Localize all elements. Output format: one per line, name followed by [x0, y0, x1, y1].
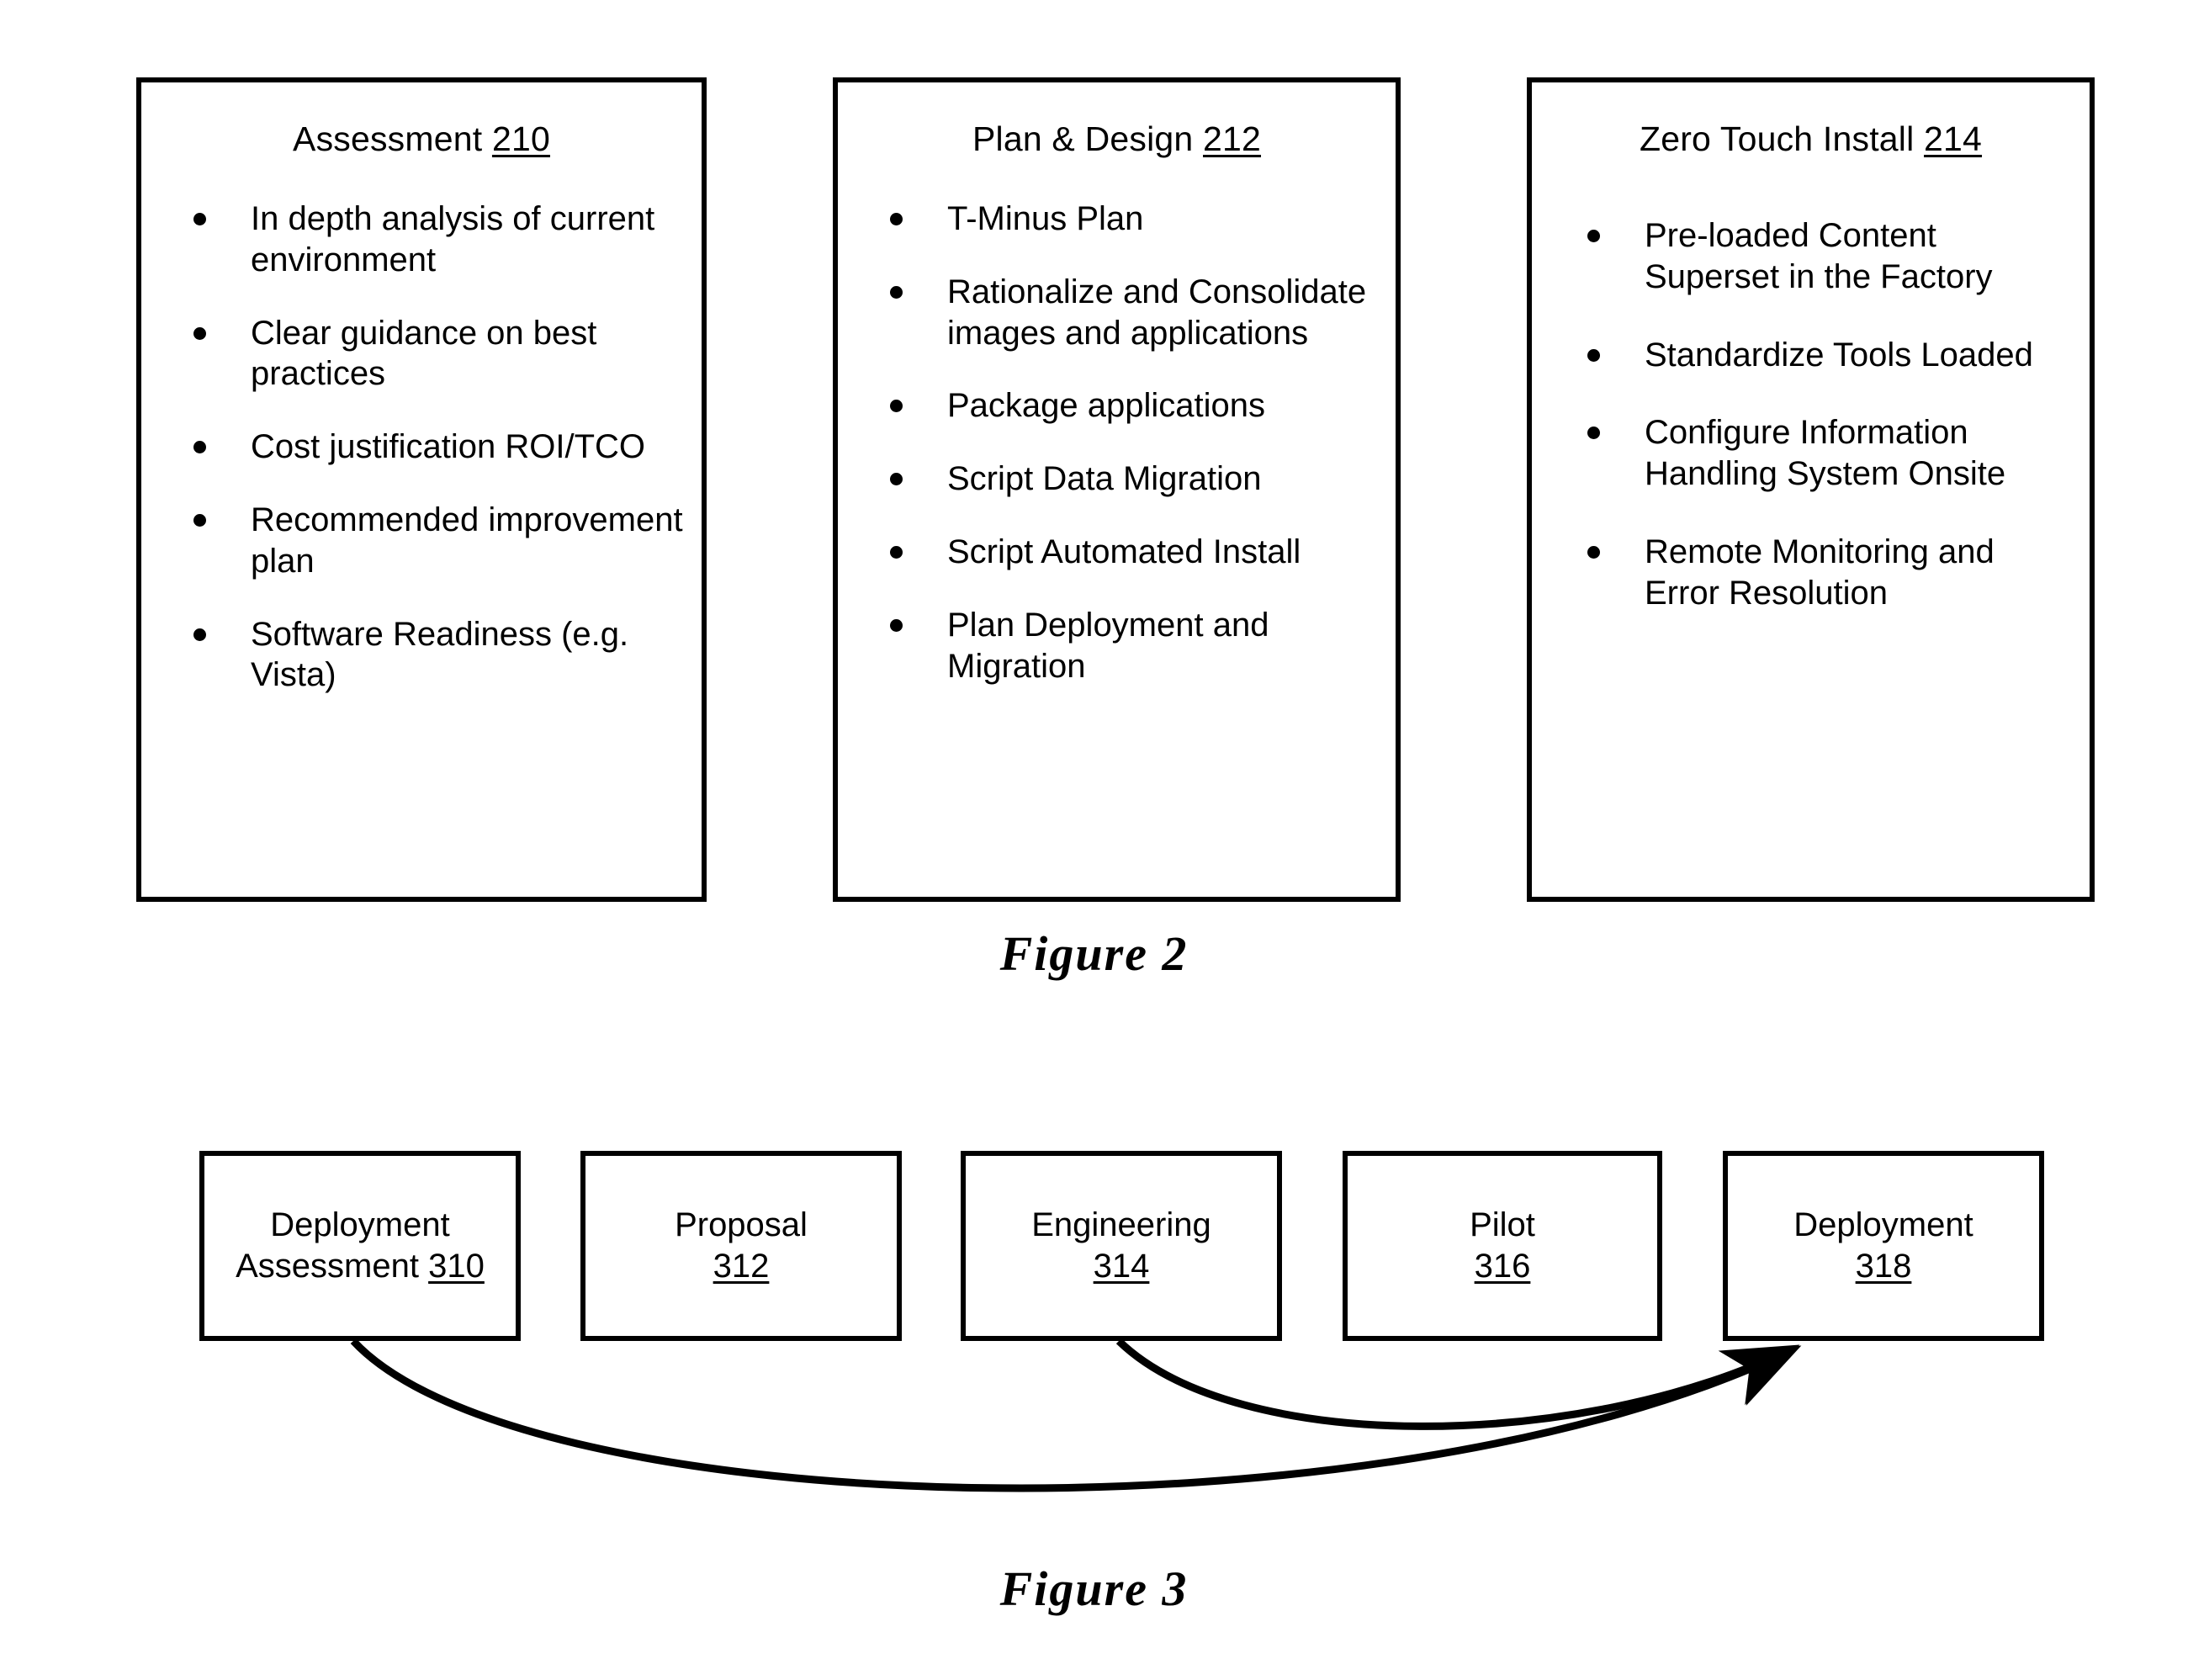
fig3-box-line1: Engineering: [1031, 1206, 1211, 1244]
list-item-label: Package applications: [947, 387, 1266, 425]
bullet-icon: [890, 213, 903, 226]
list-item-label: Recommended improvement plan: [251, 501, 683, 580]
bullet-icon: [1587, 348, 1600, 362]
connector-314-to-318: [1115, 1338, 1800, 1430]
fig2-title-ref: 214: [1924, 119, 1983, 158]
bullet-icon: [890, 546, 903, 559]
list-item: Script Automated Install: [885, 532, 1384, 573]
list-item: Plan Deployment and Migration: [885, 605, 1384, 687]
fig2-box-zero-touch-install: Zero Touch Install 214 Pre-loaded Conten…: [1527, 77, 2095, 902]
list-item-label: T-Minus Plan: [947, 200, 1144, 238]
fig2-box-plan-design: Plan & Design 212 T-Minus Plan Rationali…: [833, 77, 1401, 902]
fig2-title-ref: 210: [491, 119, 550, 158]
list-item-label: Cost justification ROI/TCO: [251, 428, 646, 466]
figure-sheet: Assessment 210 In depth analysis of curr…: [0, 0, 2188, 1680]
bullet-icon: [193, 326, 206, 340]
list-item-label: Remote Monitoring and Error Resolution: [1645, 533, 1995, 612]
bullet-icon: [1587, 230, 1600, 243]
list-item: Pre-loaded Content Superset in the Facto…: [1582, 215, 2078, 298]
list-item-label: Pre-loaded Content Superset in the Facto…: [1645, 217, 1993, 295]
fig3-box-line1: Deployment: [270, 1206, 450, 1244]
list-item: Clear guidance on best practices: [188, 313, 690, 395]
list-item: Script Data Migration: [885, 458, 1384, 500]
figure-2-caption: Figure 2: [999, 926, 1189, 981]
fig3-box-line2-text: Assessment: [236, 1248, 419, 1285]
list-item-label: Configure Information Handling System On…: [1645, 414, 2006, 493]
fig3-box-line1: Pilot: [1470, 1206, 1535, 1244]
fig3-box-ref: 310: [428, 1248, 485, 1285]
bullet-icon: [1587, 546, 1600, 559]
fig2-title-text: Plan & Design: [972, 119, 1194, 158]
fig3-box-pilot: Pilot 316: [1343, 1151, 1662, 1341]
list-item-label: Script Data Migration: [947, 460, 1262, 498]
fig2-box-title: Assessment 210: [141, 119, 702, 158]
fig3-box-ref: 312: [713, 1248, 770, 1285]
list-item-label: Script Automated Install: [947, 533, 1301, 571]
list-item: Configure Information Handling System On…: [1582, 412, 2078, 495]
bullet-icon: [890, 473, 903, 486]
list-item: Rationalize and Consolidate images and a…: [885, 272, 1384, 354]
bullet-icon: [193, 628, 206, 641]
bullet-icon: [1587, 427, 1600, 440]
fig2-bullet-list: Pre-loaded Content Superset in the Facto…: [1532, 215, 2090, 614]
fig3-box-engineering: Engineering 314: [961, 1151, 1282, 1341]
list-item: In depth analysis of current environment: [188, 199, 690, 281]
fig2-title-text: Assessment: [293, 119, 483, 158]
fig2-title-ref: 212: [1203, 119, 1262, 158]
list-item: Software Readiness (e.g. Vista): [188, 614, 690, 697]
list-item: Cost justification ROI/TCO: [188, 427, 690, 468]
fig3-box-line2: Assessment 310: [236, 1246, 485, 1287]
list-item: T-Minus Plan: [885, 199, 1384, 240]
bullet-icon: [890, 400, 903, 413]
figure-3-caption: Figure 3: [999, 1561, 1189, 1616]
fig2-box-title: Zero Touch Install 214: [1532, 119, 2090, 158]
fig2-box-assessment: Assessment 210 In depth analysis of curr…: [136, 77, 707, 902]
fig3-box-deployment: Deployment 318: [1723, 1151, 2044, 1341]
fig3-box-proposal: Proposal 312: [580, 1151, 902, 1341]
bullet-icon: [193, 213, 206, 226]
fig3-box-ref: 316: [1474, 1248, 1531, 1285]
fig3-box-deployment-assessment: Deployment Assessment 310: [199, 1151, 521, 1341]
fig3-box-ref: 318: [1855, 1248, 1912, 1285]
bullet-icon: [193, 514, 206, 527]
fig3-box-line1: Proposal: [675, 1206, 808, 1244]
list-item-label: In depth analysis of current environment: [251, 200, 655, 278]
list-item-label: Standardize Tools Loaded: [1645, 336, 2033, 374]
fig2-bullet-list: In depth analysis of current environment…: [141, 199, 702, 696]
list-item-label: Plan Deployment and Migration: [947, 606, 1269, 685]
list-item-label: Rationalize and Consolidate images and a…: [947, 273, 1367, 352]
fig2-box-title: Plan & Design 212: [838, 119, 1396, 158]
fig2-bullet-list: T-Minus Plan Rationalize and Consolidate…: [838, 199, 1396, 686]
list-item-label: Clear guidance on best practices: [251, 314, 597, 393]
connector-310-to-318: [350, 1338, 1802, 1492]
list-item: Remote Monitoring and Error Resolution: [1582, 532, 2078, 614]
list-item: Standardize Tools Loaded: [1582, 335, 2078, 376]
list-item: Package applications: [885, 385, 1384, 427]
list-item-label: Software Readiness (e.g. Vista): [251, 615, 629, 694]
bullet-icon: [193, 441, 206, 454]
bullet-icon: [890, 285, 903, 299]
fig3-box-ref: 314: [1093, 1248, 1150, 1285]
list-item: Recommended improvement plan: [188, 500, 690, 582]
bullet-icon: [890, 618, 903, 632]
fig2-title-text: Zero Touch Install: [1639, 119, 1915, 158]
fig3-box-line1: Deployment: [1793, 1206, 1973, 1244]
